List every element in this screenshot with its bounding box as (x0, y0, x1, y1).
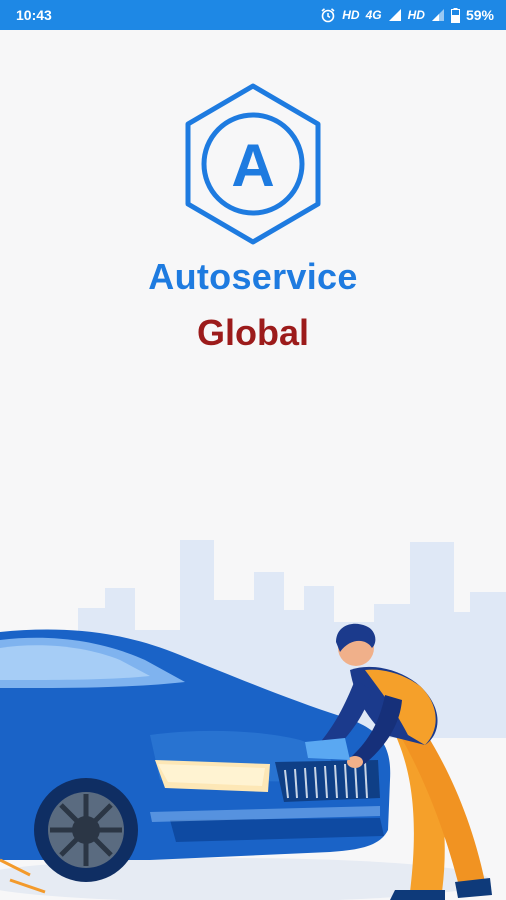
network-label-2: HD (407, 8, 425, 22)
signal-icon (431, 9, 444, 21)
network-type-label: 4G (365, 8, 382, 22)
status-icons: HD 4G HD 59% (320, 7, 494, 23)
brand-subtitle: Global (196, 312, 309, 353)
brand-title: Autoservice (148, 256, 358, 297)
status-bar: 10:43 HD 4G HD 59% (0, 0, 506, 30)
status-time: 10:43 (16, 7, 52, 23)
hexagon-logo-icon: A (185, 83, 321, 245)
app-logo: A (178, 80, 328, 250)
alarm-icon (321, 8, 335, 23)
car-service-illustration (0, 540, 506, 900)
battery-icon (450, 7, 460, 23)
signal-icon (388, 9, 401, 21)
battery-percent: 59% (465, 7, 494, 23)
logo-letter: A (231, 132, 274, 199)
network-label-1: HD (342, 8, 360, 22)
